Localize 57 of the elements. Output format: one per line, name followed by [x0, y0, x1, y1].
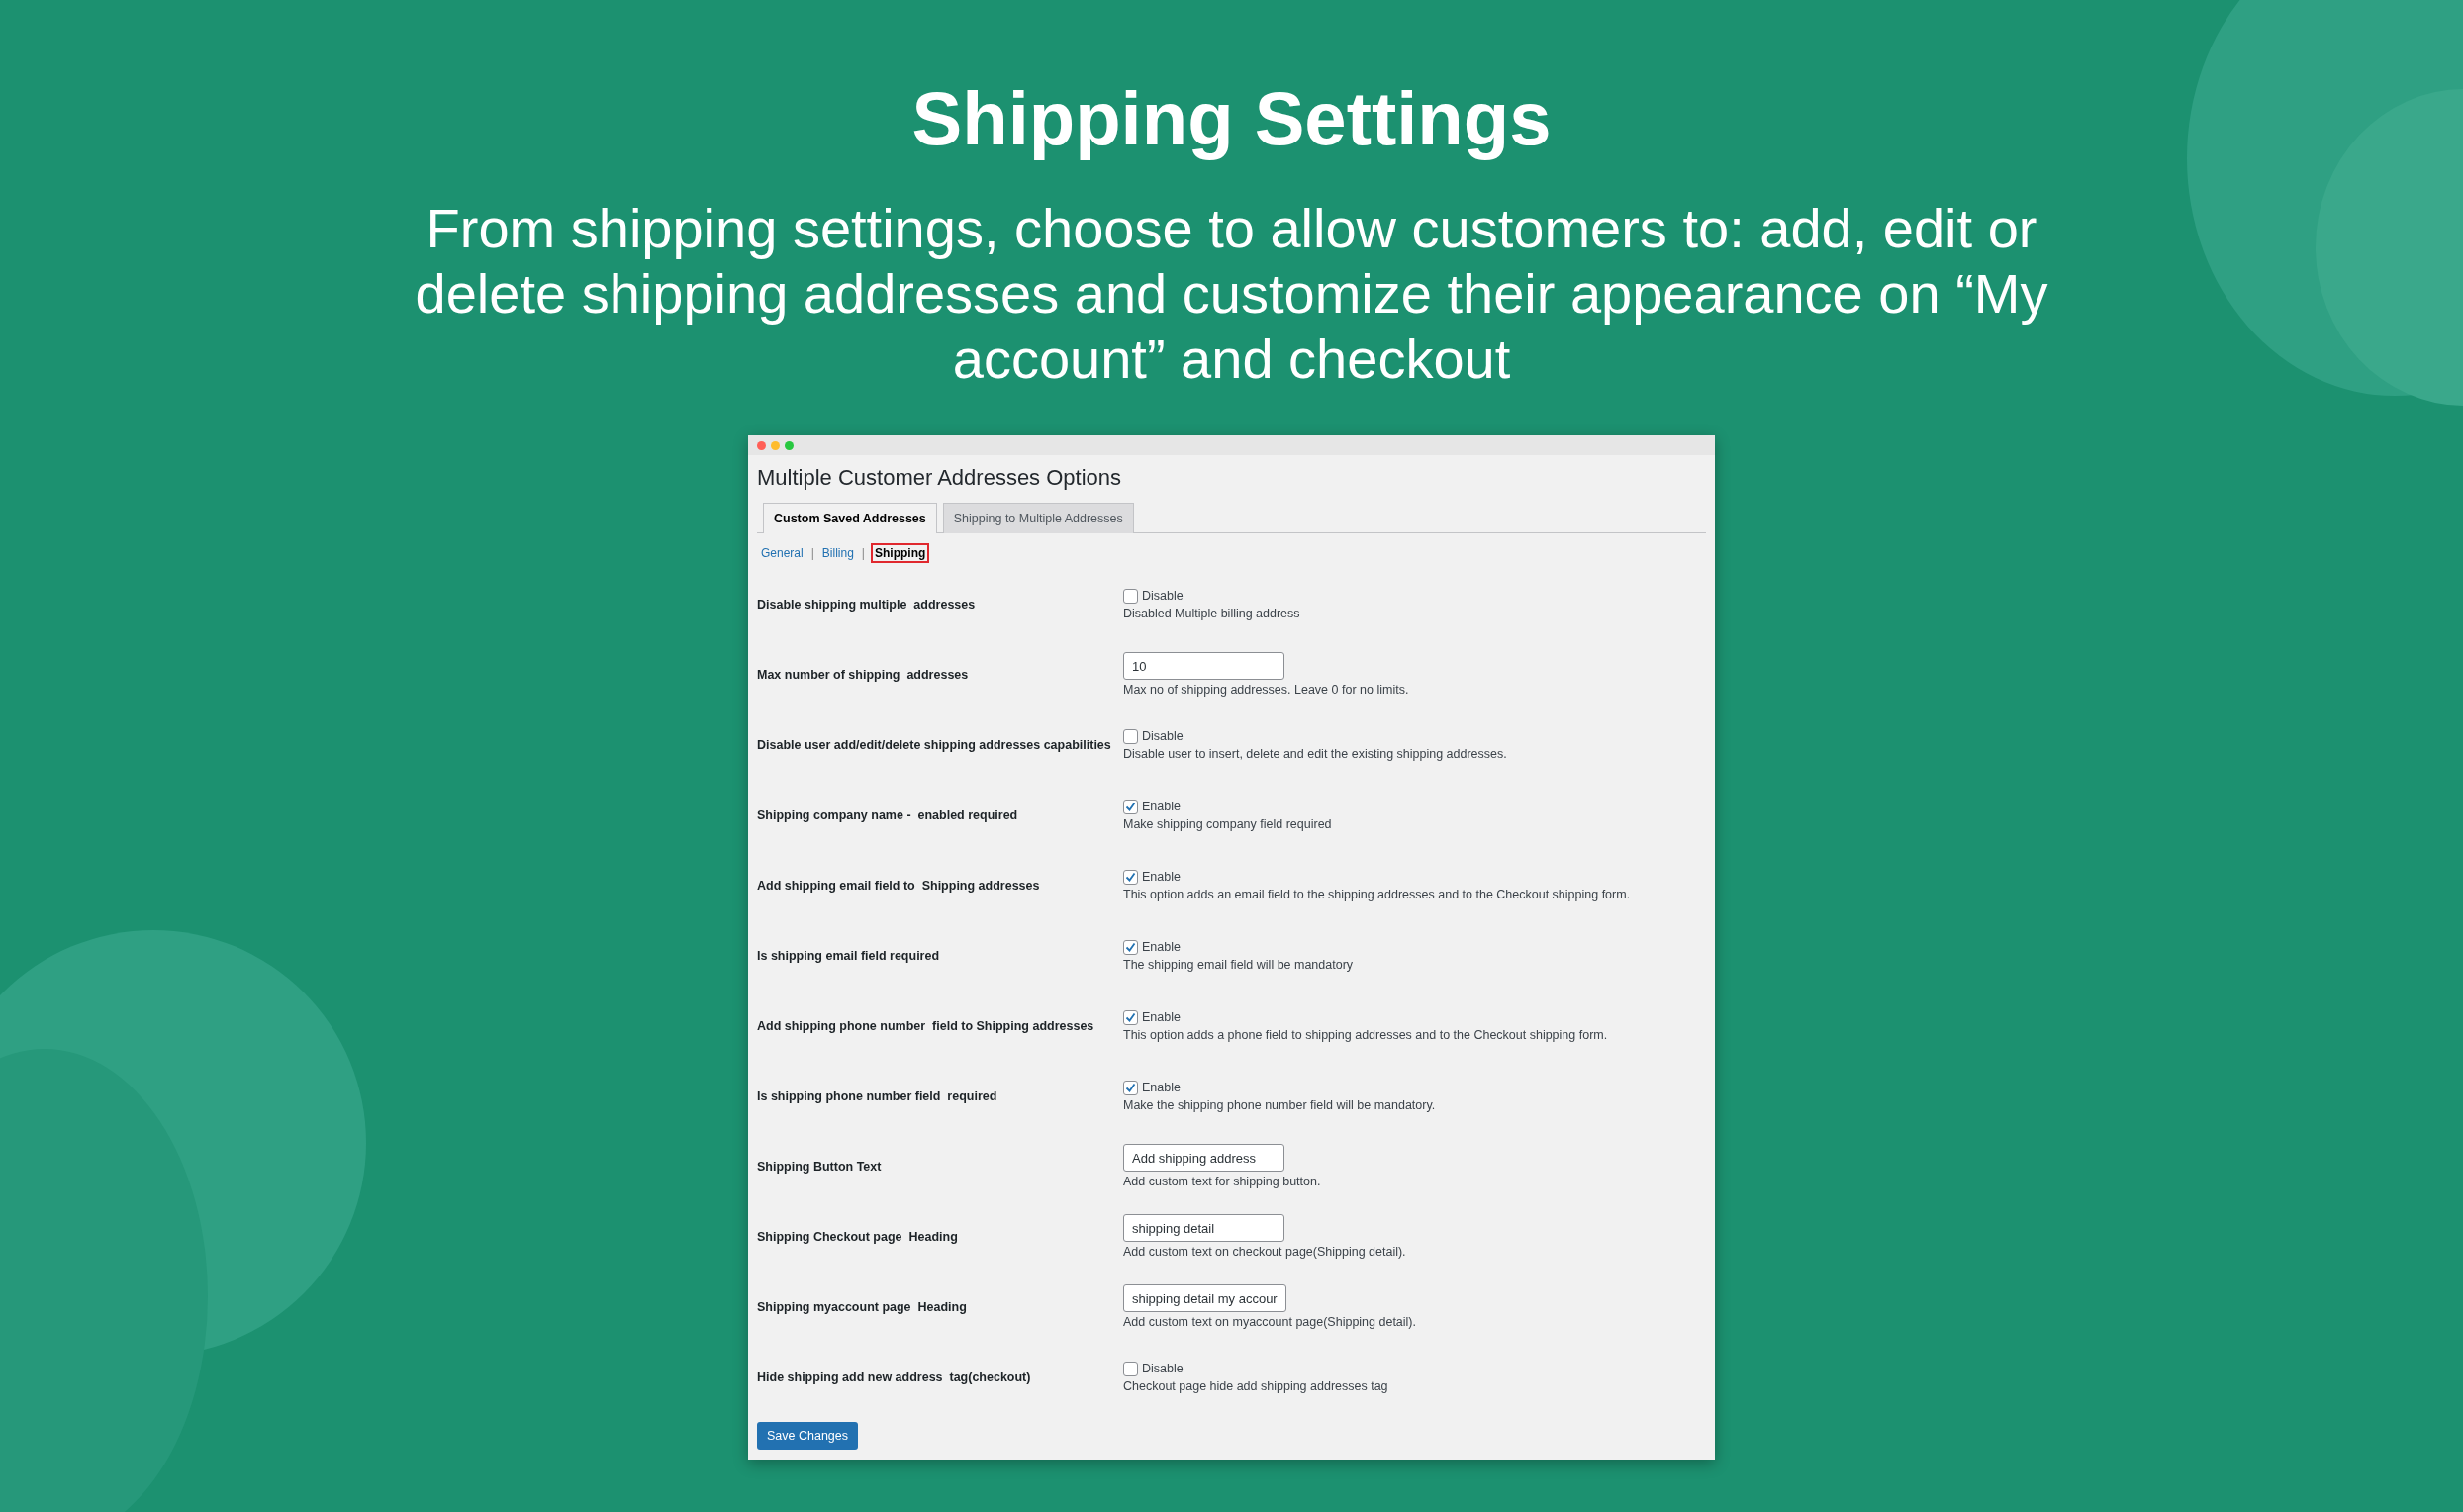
input-field[interactable]: 10: [1123, 652, 1284, 680]
input-field[interactable]: shipping detail my accour: [1123, 1284, 1286, 1312]
setting-description: Disable user to insert, delete and edit the existing shipping addresses.: [1123, 746, 1507, 761]
headline: Shipping Settings: [911, 75, 1552, 162]
checkbox-label: Enable: [1142, 800, 1181, 813]
close-icon[interactable]: [757, 440, 766, 450]
setting-label: Shipping company name - enabled required: [757, 807, 1019, 822]
setting-description: Add custom text on checkout page(Shipping detail).: [1123, 1245, 1406, 1259]
tab[interactable]: Shipping to Multiple Addresses: [942, 503, 1134, 533]
setting-description: Make shipping company field required: [1123, 816, 1332, 831]
separator: |: [861, 546, 865, 560]
maximize-icon[interactable]: [785, 440, 794, 450]
checkbox[interactable]: [1123, 939, 1138, 955]
checkbox[interactable]: [1123, 1080, 1138, 1095]
setting-label: Hide shipping add new address tag(checkout): [757, 1370, 1032, 1384]
checkbox[interactable]: [1123, 728, 1138, 744]
checkbox[interactable]: [1123, 1361, 1138, 1376]
checkbox-label: Enable: [1142, 1081, 1181, 1094]
save-button[interactable]: Save Changes: [757, 1422, 858, 1450]
page-title: Multiple Customer Addresses Options: [757, 465, 1123, 491]
input-field[interactable]: shipping detail: [1123, 1214, 1284, 1242]
setting-description: This option adds an email field to the shipping addresses and to the Checkout shipping form.: [1123, 887, 1631, 901]
setting-label: Disable shipping multiple addresses: [757, 597, 977, 612]
setting-label: Shipping myaccount page Heading: [757, 1299, 968, 1314]
subtab-link[interactable]: General: [759, 545, 805, 561]
checkbox-label: Enable: [1142, 940, 1181, 954]
setting-label: Disable user add/edit/delete shipping addresses capabilities: [757, 737, 1112, 752]
checkbox-label: Enable: [1142, 870, 1181, 884]
checkbox[interactable]: [1123, 799, 1138, 814]
setting-description: Make the shipping phone number field will be mandatory.: [1123, 1097, 1436, 1112]
setting-description: Add custom text for shipping button.: [1123, 1175, 1321, 1188]
setting-label: Shipping Checkout page Heading: [757, 1229, 959, 1244]
checkbox-label: Disable: [1142, 729, 1184, 743]
setting-label: Add shipping phone number field to Shipping addresses: [757, 1018, 1095, 1033]
input-field[interactable]: Add shipping address: [1123, 1144, 1284, 1172]
checkbox[interactable]: [1123, 1009, 1138, 1025]
setting-label: Is shipping email field required: [757, 948, 941, 963]
setting-description: The shipping email field will be mandatory: [1123, 957, 1354, 972]
setting-description: This option adds a phone field to shipping addresses and to the Checkout shipping form.: [1123, 1027, 1608, 1042]
checkbox[interactable]: [1123, 869, 1138, 885]
setting-description: Add custom text on myaccount page(Shipping detail).: [1123, 1315, 1416, 1329]
setting-label: Is shipping phone number field required: [757, 1088, 998, 1103]
tab[interactable]: Custom Saved Addresses: [763, 503, 937, 533]
separator: |: [810, 546, 814, 560]
setting-description: Disabled Multiple billing address: [1123, 606, 1300, 620]
checkbox-label: Enable: [1142, 1010, 1181, 1024]
subtab-link[interactable]: Shipping: [870, 543, 930, 563]
subtitle: From shipping settings, choose to allow customers to: add, edit or delete shipping addresses and customize their appearance on “My account” and checkout: [414, 196, 2049, 392]
checkbox[interactable]: [1123, 588, 1138, 604]
setting-label: Add shipping email field to Shipping addresses: [757, 878, 1041, 893]
subtab-link[interactable]: Billing: [819, 545, 856, 561]
setting-description: Max no of shipping addresses. Leave 0 for no limits.: [1123, 683, 1409, 697]
setting-label: Max number of shipping addresses: [757, 667, 970, 682]
setting-label: Shipping Button Text: [757, 1159, 883, 1174]
checkbox-label: Disable: [1142, 589, 1184, 603]
setting-description: Checkout page hide add shipping addresses tag: [1123, 1378, 1388, 1393]
checkbox-label: Disable: [1142, 1362, 1184, 1375]
